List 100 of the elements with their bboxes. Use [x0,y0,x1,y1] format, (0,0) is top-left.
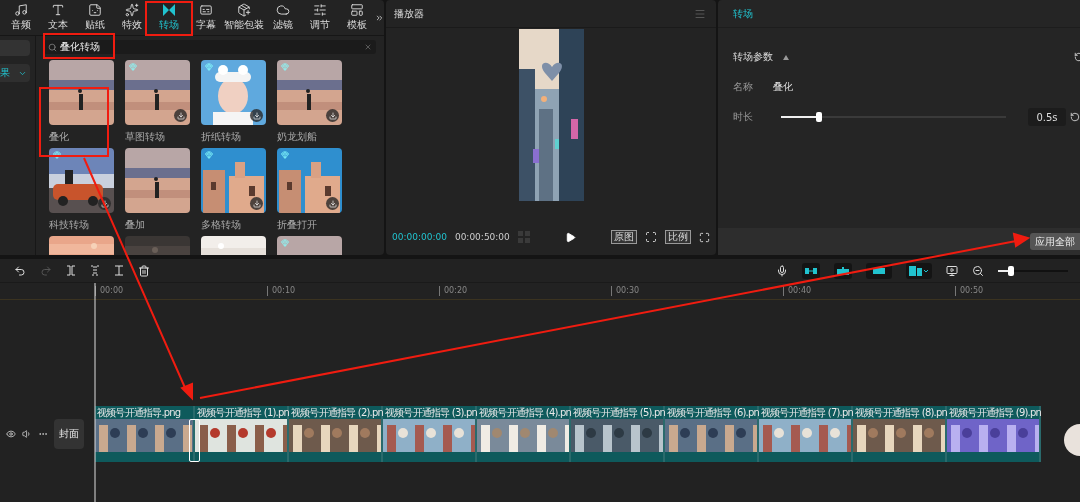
effect-label: 多格转场 [201,218,242,232]
panel-title: 转场 [733,6,753,21]
video-clip[interactable]: 视频号开通指导 (6).pn [665,406,759,462]
fullscreen-icon[interactable] [699,231,710,243]
preview-icon[interactable] [946,264,958,277]
video-clip[interactable]: 视频号开通指导 (8).pn [853,406,947,462]
current-time: 00:00:00:00 [392,232,447,242]
effect-label: 叠加 [125,218,146,232]
nav-tab[interactable]: 滤镜 [264,3,301,32]
video-clip[interactable]: 视频号开通指导 (3).pn [383,406,477,462]
speaker-icon[interactable] [22,429,32,439]
clip-name: 视频号开通指导 (1).pn [196,406,287,419]
text-icon [50,3,65,17]
effect-label: 奶龙划船 [277,130,318,144]
effect-thumbnail[interactable] [49,148,114,213]
highlight-box [39,87,109,157]
ruler-label: 00:20 [439,286,611,296]
ruler-label: 00:50 [955,286,1080,296]
nav-tab[interactable]: 文本 [39,3,76,32]
video-clip[interactable]: 视频号开通指导 (2).pn [289,406,383,462]
ratio-button[interactable]: 比例 [665,230,691,244]
effect-thumbnail[interactable] [125,60,190,125]
effect-thumbnail[interactable] [49,60,114,125]
clip-name: 视频号开通指导 (2).pn [290,406,381,419]
nav-tab[interactable]: 调节 [301,3,338,32]
total-time: 00:00:50:00 [454,232,510,242]
subtitle-icon [198,3,213,17]
effect-label: 折纸转场 [201,130,242,144]
nav-tab[interactable]: 字幕 [187,3,224,32]
search-icon [48,42,57,52]
clip-name: 视频号开通指导 (9).pn [948,406,1039,419]
microphone-icon[interactable] [776,264,788,277]
highlight-box [145,1,193,36]
eye-icon[interactable] [6,429,16,439]
collapse-icon[interactable] [783,54,789,60]
effect-label: 叠化 [49,130,70,144]
clip-name: 视频号开通指导 (5).pn [572,406,663,419]
effect-thumbnail[interactable] [201,148,266,213]
sticker-icon [87,3,102,17]
video-clip[interactable]: 视频号开通指导 (5).pn [571,406,665,462]
clear-icon[interactable] [364,43,372,51]
cover-button[interactable]: 封面 [54,419,84,449]
nav-tab[interactable]: 模板 [338,3,375,32]
search-field[interactable]: 叠化转场 [44,40,376,54]
split-right-icon[interactable] [114,265,124,276]
nav-tab[interactable]: 智能包装 [224,3,264,32]
video-clip[interactable]: 视频号开通指导 (7).pn [759,406,853,462]
sidebar-item[interactable]: 果 [0,64,30,82]
sliders-icon [312,3,327,17]
clip-name: 视频号开通指导 (8).pn [854,406,945,419]
section-title[interactable]: 转场参数 [733,50,773,64]
effect-thumbnail[interactable] [277,60,342,125]
clip-name: 视频号开通指导 (6).pn [666,406,757,419]
undo-icon[interactable] [14,264,26,277]
effect-label: 草图转场 [125,130,166,144]
nav-tab[interactable]: 贴纸 [76,3,113,32]
focus-icon[interactable] [645,231,657,243]
apply-all-button[interactable]: 应用全部 [1030,233,1080,250]
sparkle-icon [124,3,139,17]
nav-tab[interactable]: 转场 [150,3,187,32]
effect-thumbnail[interactable] [125,148,190,213]
effect-thumbnail[interactable] [201,60,266,125]
ruler-label: 00:10 [267,286,439,296]
link-icon [805,267,817,274]
audio-split-toggle[interactable] [906,262,932,279]
video-clip[interactable]: 视频号开通指导 (4).pn [477,406,571,462]
video-clip[interactable]: 视频号开通指导.png [95,406,195,462]
package-icon [237,3,251,17]
template-icon [349,3,364,17]
field-label: 名称 [733,80,754,94]
effect-thumbnail[interactable] [277,148,342,213]
effect-label: 科技转场 [49,218,90,232]
nav-tab[interactable]: 特效 [113,3,150,32]
music-icon [13,3,28,17]
transition-marker[interactable] [189,419,200,462]
split-left-icon[interactable] [90,265,100,276]
split-icon[interactable] [66,265,76,276]
split-audio-icon [909,265,929,276]
effect-label: 折叠打开 [277,218,318,232]
panel-title: 播放器 [394,6,424,21]
clip-name: 视频号开通指导.png [96,406,182,419]
original-button[interactable]: 原图 [611,230,637,244]
video-clip[interactable]: 视频号开通指导 (1).pn [195,406,289,462]
play-icon[interactable] [564,231,576,243]
delete-icon[interactable] [138,264,150,277]
link-toggle[interactable] [802,262,820,279]
axis-icon [873,267,885,274]
clip-name: 视频号开通指导 (3).pn [384,406,475,419]
video-clip[interactable]: 视频号开通指导 (9).pn [947,406,1041,462]
duration-field[interactable]: 0.5s [1028,108,1066,126]
zoom-out-icon[interactable] [972,264,984,277]
clip-name: 视频号开通指导 (4).pn [478,406,569,419]
field-value: 叠化 [773,80,793,94]
clip-name: 视频号开通指导 (7).pn [760,406,851,419]
cloud-icon [275,3,290,17]
nav-tab[interactable]: 音频 [2,3,39,32]
bowtie-icon [161,3,176,17]
reset-icon[interactable] [1070,112,1080,122]
field-label: 时长 [733,110,754,124]
highlight-box [43,33,115,59]
